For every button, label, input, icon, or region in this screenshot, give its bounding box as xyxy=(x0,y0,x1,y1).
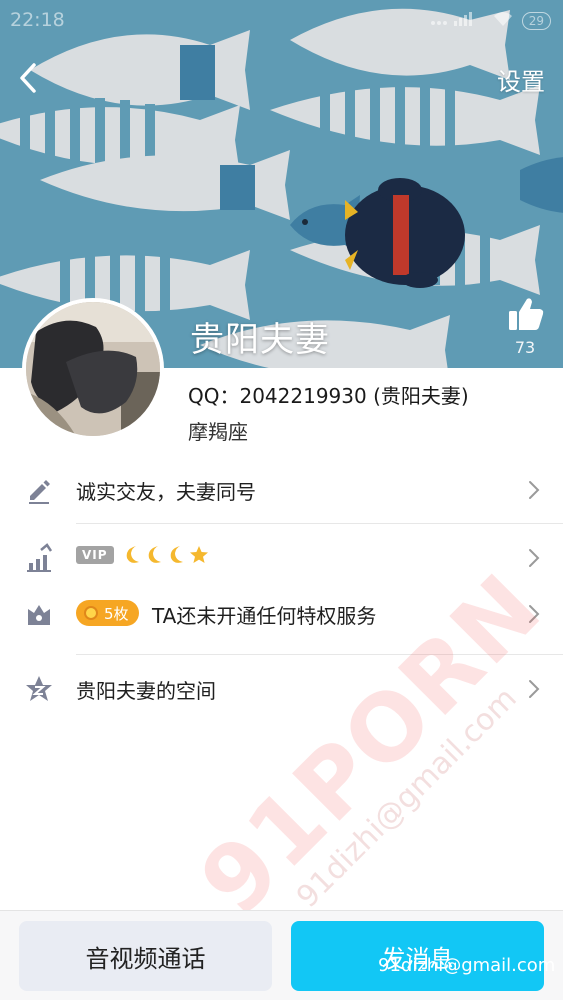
level-badges xyxy=(122,544,210,566)
battery-indicator: 29 xyxy=(521,12,551,30)
zodiac-label: 摩羯座 xyxy=(188,420,248,444)
profile-nickname: 贵阳夫妻 xyxy=(190,320,330,360)
coin-count: 5枚 xyxy=(104,604,129,623)
wifi-icon xyxy=(492,10,514,32)
moon-icon xyxy=(126,546,139,563)
moon-icon xyxy=(170,546,183,563)
level-up-icon xyxy=(27,543,53,572)
signature-row[interactable]: 诚实交友，夫妻同号 xyxy=(0,460,563,520)
chevron-right-icon xyxy=(529,549,540,567)
privilege-text: TA还未开通任何特权服务 xyxy=(152,604,377,628)
qzone-star-icon xyxy=(26,676,52,701)
back-button[interactable] xyxy=(14,60,44,96)
settings-button[interactable]: 设置 xyxy=(497,62,545,97)
qzone-label: 贵阳夫妻的空间 xyxy=(76,679,216,703)
star-icon xyxy=(190,546,208,563)
avatar-image xyxy=(26,302,160,436)
coin-badge: 5枚 xyxy=(76,600,139,626)
status-bar: 22:18 29 xyxy=(0,0,563,40)
chevron-left-icon xyxy=(20,63,36,93)
chevron-right-icon xyxy=(529,481,540,499)
divider xyxy=(76,523,563,524)
crown-box-icon xyxy=(28,605,50,625)
thumbs-up-icon xyxy=(509,298,544,330)
signature-text: 诚实交友，夫妻同号 xyxy=(76,480,256,504)
edit-pencil-icon xyxy=(29,480,50,504)
coin-icon xyxy=(84,606,98,620)
chevron-right-icon xyxy=(529,680,540,698)
avatar[interactable] xyxy=(22,298,164,440)
vip-tag: VIP xyxy=(76,546,114,564)
like-count: 73 xyxy=(514,338,536,357)
video-call-button[interactable]: 音视频通话 xyxy=(19,921,272,991)
watermark-email-bottom: 91dizhi@gmail.com xyxy=(378,955,556,976)
moon-icon xyxy=(148,546,161,563)
like-button[interactable]: 73 xyxy=(500,296,550,357)
status-icons: 29 xyxy=(430,10,551,32)
signal-icon xyxy=(430,10,484,32)
status-time: 22:18 xyxy=(10,9,65,31)
qq-number: QQ：2042219930 (贵阳夫妻) xyxy=(188,384,469,408)
